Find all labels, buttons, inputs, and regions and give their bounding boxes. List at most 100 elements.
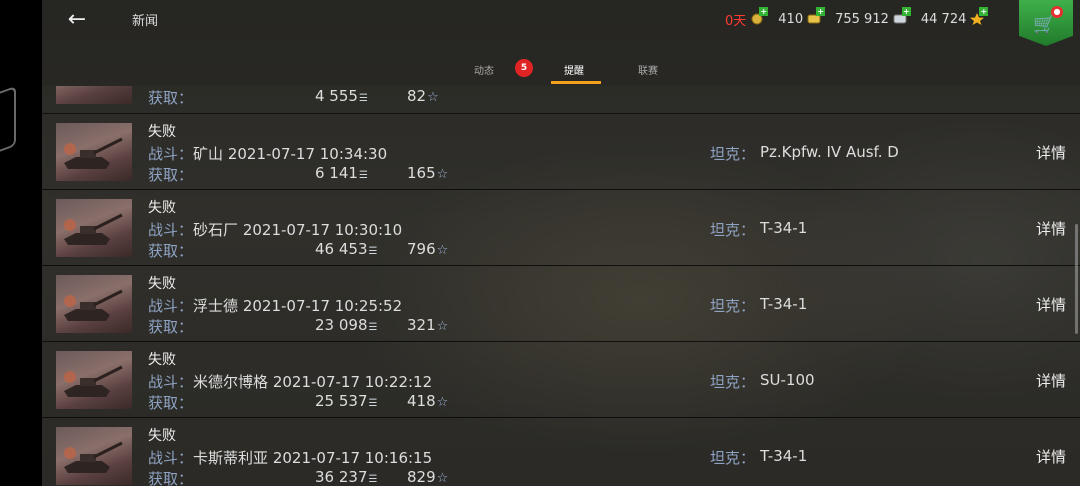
silver-icon: ☰	[368, 246, 378, 257]
active-tab-indicator	[551, 81, 601, 84]
tank-label: 坦克：	[710, 221, 756, 239]
shop-button[interactable]: 🛒 ●	[1019, 0, 1073, 46]
exp-value: 165	[407, 164, 436, 182]
credits-value: 36 237	[315, 468, 368, 486]
premium-days[interactable]: 0天 +	[725, 7, 769, 29]
list-item[interactable]: 失败 战斗：砂石厂 2021-07-17 10:30:10 获取： 46 453…	[42, 189, 1080, 266]
earned-label: 获取：	[148, 89, 194, 107]
reward-line: 获取： 4 555☰ 82☆	[148, 87, 439, 108]
star-icon: ☆	[427, 90, 439, 105]
star-icon: ☆	[436, 243, 449, 258]
free-exp-balance[interactable]: 44 724 +	[920, 7, 989, 27]
earned-label: 获取：	[148, 318, 194, 336]
battle-datetime: 2021-07-17 10:30:10	[242, 221, 403, 239]
map-name: 矿山	[193, 145, 224, 163]
scrollbar[interactable]	[1075, 224, 1078, 334]
battle-label: 战斗：	[148, 297, 194, 315]
silver-icon: +	[893, 7, 911, 25]
currency-bar: 0天 + 410 + 755 912 + 44 724 +	[725, 7, 998, 29]
reward-line: 获取： 36 237☰ 829☆	[148, 468, 448, 486]
star-icon: ☆	[436, 319, 449, 334]
battle-line: 战斗：米德尔博格 2021-07-17 10:22:12	[148, 371, 432, 392]
silver-value: 755 912	[835, 11, 889, 27]
tab-bar: 动态 5 提醒 联赛	[42, 56, 1080, 86]
tank-name: Pz.Kpfw. IV Ausf. D	[760, 143, 899, 161]
tab-league[interactable]: 联赛	[638, 62, 658, 77]
star-icon: ☆	[436, 471, 449, 486]
details-link[interactable]: 详情	[1036, 370, 1066, 391]
free-exp-value: 44 724	[920, 11, 967, 27]
silver-icon: ☰	[368, 398, 378, 409]
credits-value: 25 537	[315, 392, 368, 410]
list-item[interactable]: 失败 战斗：矿山 2021-07-17 10:34:30 获取： 6 141☰ …	[42, 113, 1080, 190]
device-edge	[0, 0, 42, 486]
exp-value: 418	[407, 392, 436, 410]
reward-line: 获取： 25 537☰ 418☆	[148, 392, 448, 413]
tab-reminders[interactable]: 提醒	[564, 62, 584, 77]
exp-value: 829	[407, 468, 436, 486]
battle-line: 战斗：砂石厂 2021-07-17 10:30:10	[148, 219, 402, 240]
list-item[interactable]: 失败 战斗：卡斯蒂利亚 2021-07-17 10:16:15 获取： 36 2…	[42, 417, 1080, 486]
map-name: 卡斯蒂利亚	[193, 449, 269, 467]
battle-datetime: 2021-07-17 10:25:52	[242, 297, 403, 315]
premium-days-value: 0天	[725, 13, 747, 29]
map-name: 浮士德	[193, 297, 239, 315]
gold-icon: +	[807, 7, 826, 25]
reward-line: 获取： 6 141☰ 165☆	[148, 164, 448, 185]
tank-name: T-34-1	[760, 219, 808, 237]
tank-label: 坦克：	[710, 373, 756, 391]
tank-name: T-34-1	[760, 295, 808, 313]
battle-results-list[interactable]: 获取： 4 555☰ 82☆ 失败 战斗：矿山 2021-07-17 10:34…	[42, 86, 1080, 486]
gold-value: 410	[778, 11, 804, 27]
earned-label: 获取：	[148, 394, 194, 412]
details-link[interactable]: 详情	[1036, 446, 1066, 467]
credits-value: 46 453	[315, 240, 368, 258]
map-name: 米德尔博格	[193, 373, 269, 391]
earned-label: 获取：	[148, 166, 194, 184]
silver-icon: ☰	[358, 170, 368, 181]
shop-bag-icon: ●	[1051, 6, 1063, 18]
tab-activity[interactable]: 动态	[474, 62, 494, 77]
battle-line: 战斗：卡斯蒂利亚 2021-07-17 10:16:15	[148, 447, 432, 468]
tab-activity-badge: 5	[515, 59, 533, 77]
silver-icon: ☰	[368, 474, 378, 485]
exp-value: 796	[407, 240, 436, 258]
list-item[interactable]: 获取： 4 555☰ 82☆	[42, 86, 1080, 113]
battle-result: 失败	[148, 428, 176, 444]
battle-label: 战斗：	[148, 221, 194, 239]
tank-thumbnail	[56, 275, 132, 333]
details-link[interactable]: 详情	[1036, 294, 1066, 315]
battle-label: 战斗：	[148, 449, 194, 467]
details-link[interactable]: 详情	[1036, 142, 1066, 163]
silver-icon: ☰	[358, 93, 368, 104]
premium-days-icon: +	[750, 7, 769, 25]
tank-label: 坦克：	[710, 297, 756, 315]
hexagon-icon	[0, 85, 16, 159]
tank-name: SU-100	[760, 371, 815, 389]
map-name: 砂石厂	[193, 221, 239, 239]
tank-thumbnail	[56, 351, 132, 409]
list-item[interactable]: 失败 战斗：浮士德 2021-07-17 10:25:52 获取： 23 098…	[42, 265, 1080, 342]
battle-datetime: 2021-07-17 10:22:12	[272, 373, 433, 391]
details-link[interactable]: 详情	[1036, 218, 1066, 239]
free-exp-star-icon: +	[970, 7, 989, 25]
battle-line: 战斗：浮士德 2021-07-17 10:25:52	[148, 295, 402, 316]
battle-datetime: 2021-07-17 10:16:15	[272, 449, 433, 467]
star-icon: ☆	[436, 395, 449, 410]
shop-cart-icon: 🛒	[1033, 14, 1056, 35]
page-title: 新闻	[132, 14, 159, 29]
top-bar: ← 新闻 0天 + 410 + 755 912 + 44 724 + 🛒 ● 动…	[42, 0, 1080, 86]
silver-icon: ☰	[368, 322, 378, 333]
list-item[interactable]: 失败 战斗：米德尔博格 2021-07-17 10:22:12 获取： 25 5…	[42, 341, 1080, 418]
battle-label: 战斗：	[148, 145, 194, 163]
tank-thumbnail	[56, 123, 132, 181]
gold-balance[interactable]: 410 +	[778, 7, 826, 27]
battle-line: 战斗：矿山 2021-07-17 10:34:30	[148, 143, 387, 164]
back-button[interactable]: ←	[62, 4, 92, 34]
tank-thumbnail	[56, 86, 132, 104]
battle-datetime: 2021-07-17 10:34:30	[227, 145, 388, 163]
earned-label: 获取：	[148, 242, 194, 260]
silver-balance[interactable]: 755 912 +	[835, 7, 911, 27]
credits-value: 6 141	[315, 164, 358, 182]
reward-line: 获取： 23 098☰ 321☆	[148, 316, 448, 337]
